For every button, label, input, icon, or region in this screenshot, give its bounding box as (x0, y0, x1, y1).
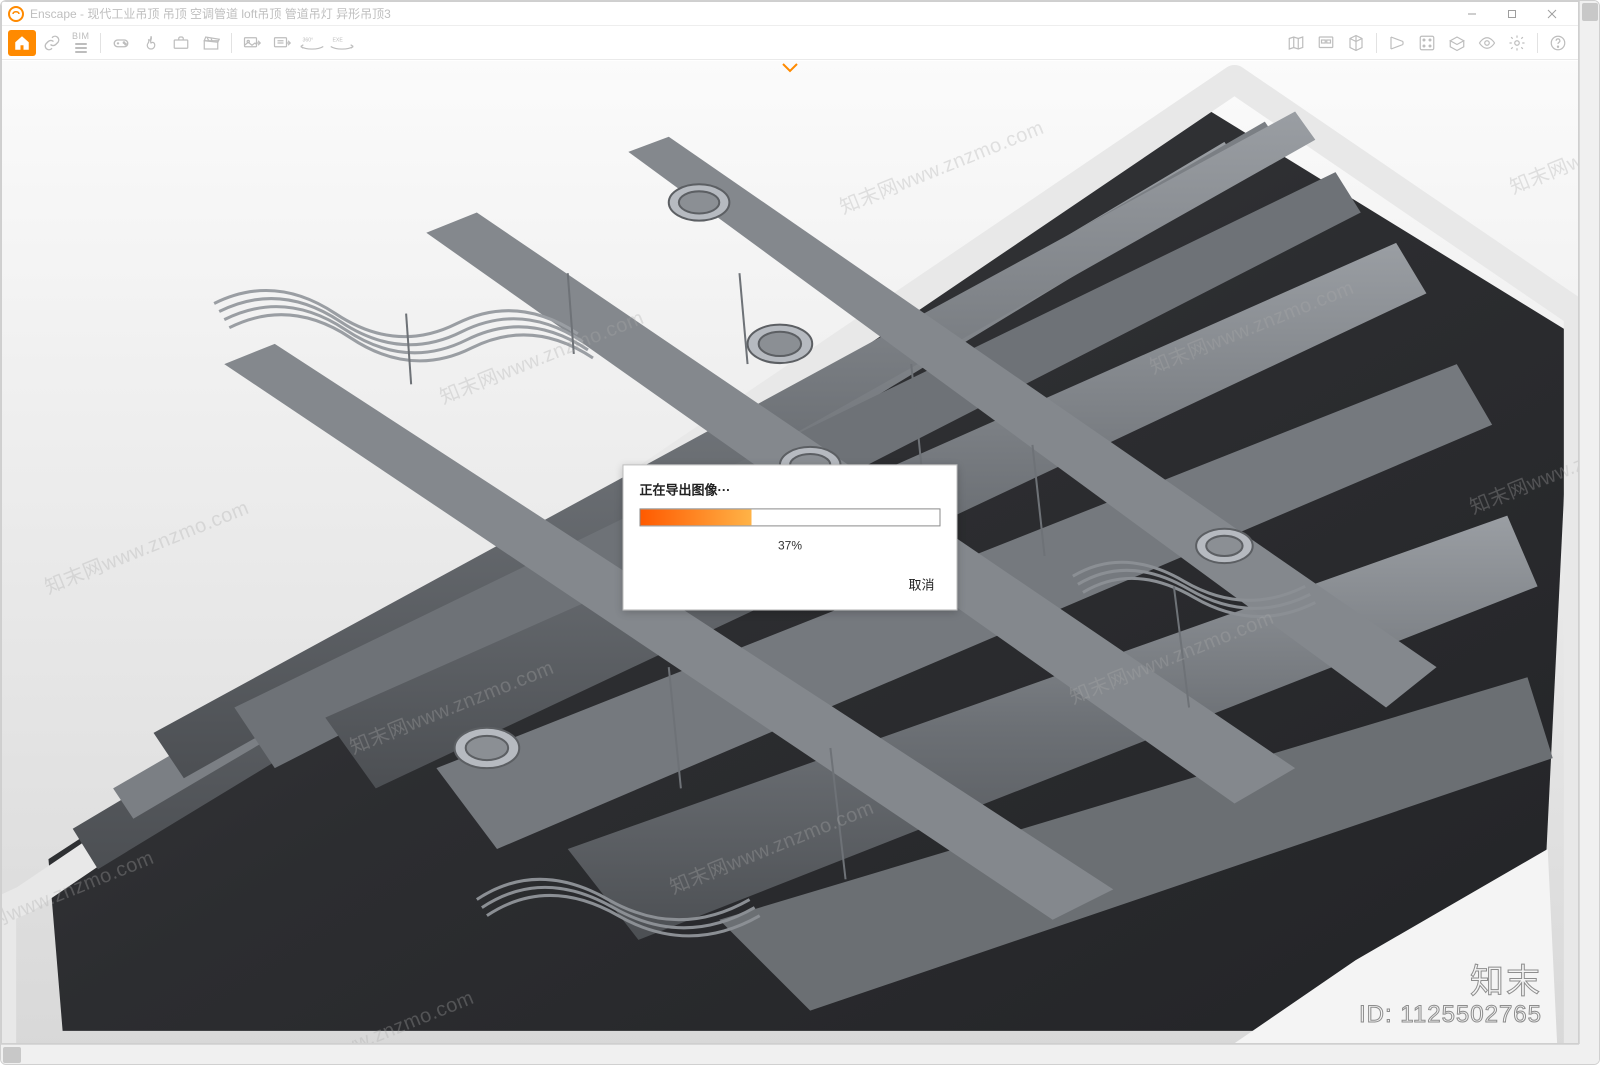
window-title: Enscape - 现代工业吊顶 吊顶 空调管道 loft吊顶 管道吊灯 异形吊… (30, 5, 1452, 22)
toolbar-expand-chevron-icon[interactable] (773, 60, 807, 76)
export-image-button[interactable] (238, 30, 266, 56)
map-button[interactable] (1282, 30, 1310, 56)
toolbar: BIM (2, 26, 1578, 60)
dialog-title: 正在导出图像··· (640, 479, 941, 498)
app-name: Enscape (30, 7, 77, 21)
perspective-button[interactable] (1383, 30, 1411, 56)
briefcase-button[interactable] (167, 30, 195, 56)
window-controls (1452, 3, 1572, 25)
progress-bar (640, 508, 941, 526)
link-button[interactable] (38, 30, 66, 56)
svg-text:EXE: EXE (332, 37, 343, 43)
toolbar-separator (100, 33, 101, 53)
flame-button[interactable] (137, 30, 165, 56)
export-dialog: 正在导出图像··· 37% 取消 (623, 464, 958, 610)
minimize-button[interactable] (1452, 3, 1492, 25)
box-open-button[interactable] (1443, 30, 1471, 56)
home-button[interactable] (8, 30, 36, 56)
export-screenshot-button[interactable] (268, 30, 296, 56)
maximize-button[interactable] (1492, 3, 1532, 25)
doc-title: 现代工业吊顶 吊顶 空调管道 loft吊顶 管道吊灯 异形吊顶3 (87, 7, 390, 21)
pano-360-button[interactable]: 360° (298, 30, 326, 56)
random-button[interactable] (1413, 30, 1441, 56)
toolbar-separator (1537, 33, 1538, 53)
clapper-button[interactable] (197, 30, 225, 56)
scrollbar-corner (1579, 1044, 1599, 1064)
progress-fill (641, 509, 752, 525)
eye-button[interactable] (1473, 30, 1501, 56)
settings-button[interactable] (1503, 30, 1531, 56)
progress-percent: 37% (640, 538, 941, 552)
scrollbar-vertical-thumb[interactable] (1582, 3, 1598, 21)
toolbar-separator (1376, 33, 1377, 53)
help-button[interactable] (1544, 30, 1572, 56)
enscape-logo-icon (8, 6, 24, 22)
gamepad-button[interactable] (107, 30, 135, 56)
bim-button[interactable]: BIM (72, 32, 90, 53)
bim-label: BIM (72, 32, 90, 41)
enscape-window: Enscape - 现代工业吊顶 吊顶 空调管道 loft吊顶 管道吊灯 异形吊… (1, 1, 1579, 1044)
views-button[interactable] (1312, 30, 1340, 56)
cube-button[interactable] (1342, 30, 1370, 56)
close-button[interactable] (1532, 3, 1572, 25)
render-viewport[interactable]: 知末网www.znzmo.com 知末网www.znzmo.com 知末网www… (2, 61, 1578, 1043)
titlebar: Enscape - 现代工业吊顶 吊顶 空调管道 loft吊顶 管道吊灯 异形吊… (2, 2, 1578, 26)
export-exe-button[interactable]: EXE (328, 30, 356, 56)
cancel-button[interactable]: 取消 (902, 570, 940, 597)
scrollbar-horizontal[interactable] (1, 1044, 1579, 1064)
toolbar-separator (231, 33, 232, 53)
outer-page: Enscape - 现代工业吊顶 吊顶 空调管道 loft吊顶 管道吊灯 异形吊… (0, 0, 1600, 1065)
svg-text:360°: 360° (302, 37, 313, 43)
scrollbar-horizontal-thumb[interactable] (3, 1047, 21, 1063)
scrollbar-vertical[interactable] (1579, 1, 1599, 1064)
